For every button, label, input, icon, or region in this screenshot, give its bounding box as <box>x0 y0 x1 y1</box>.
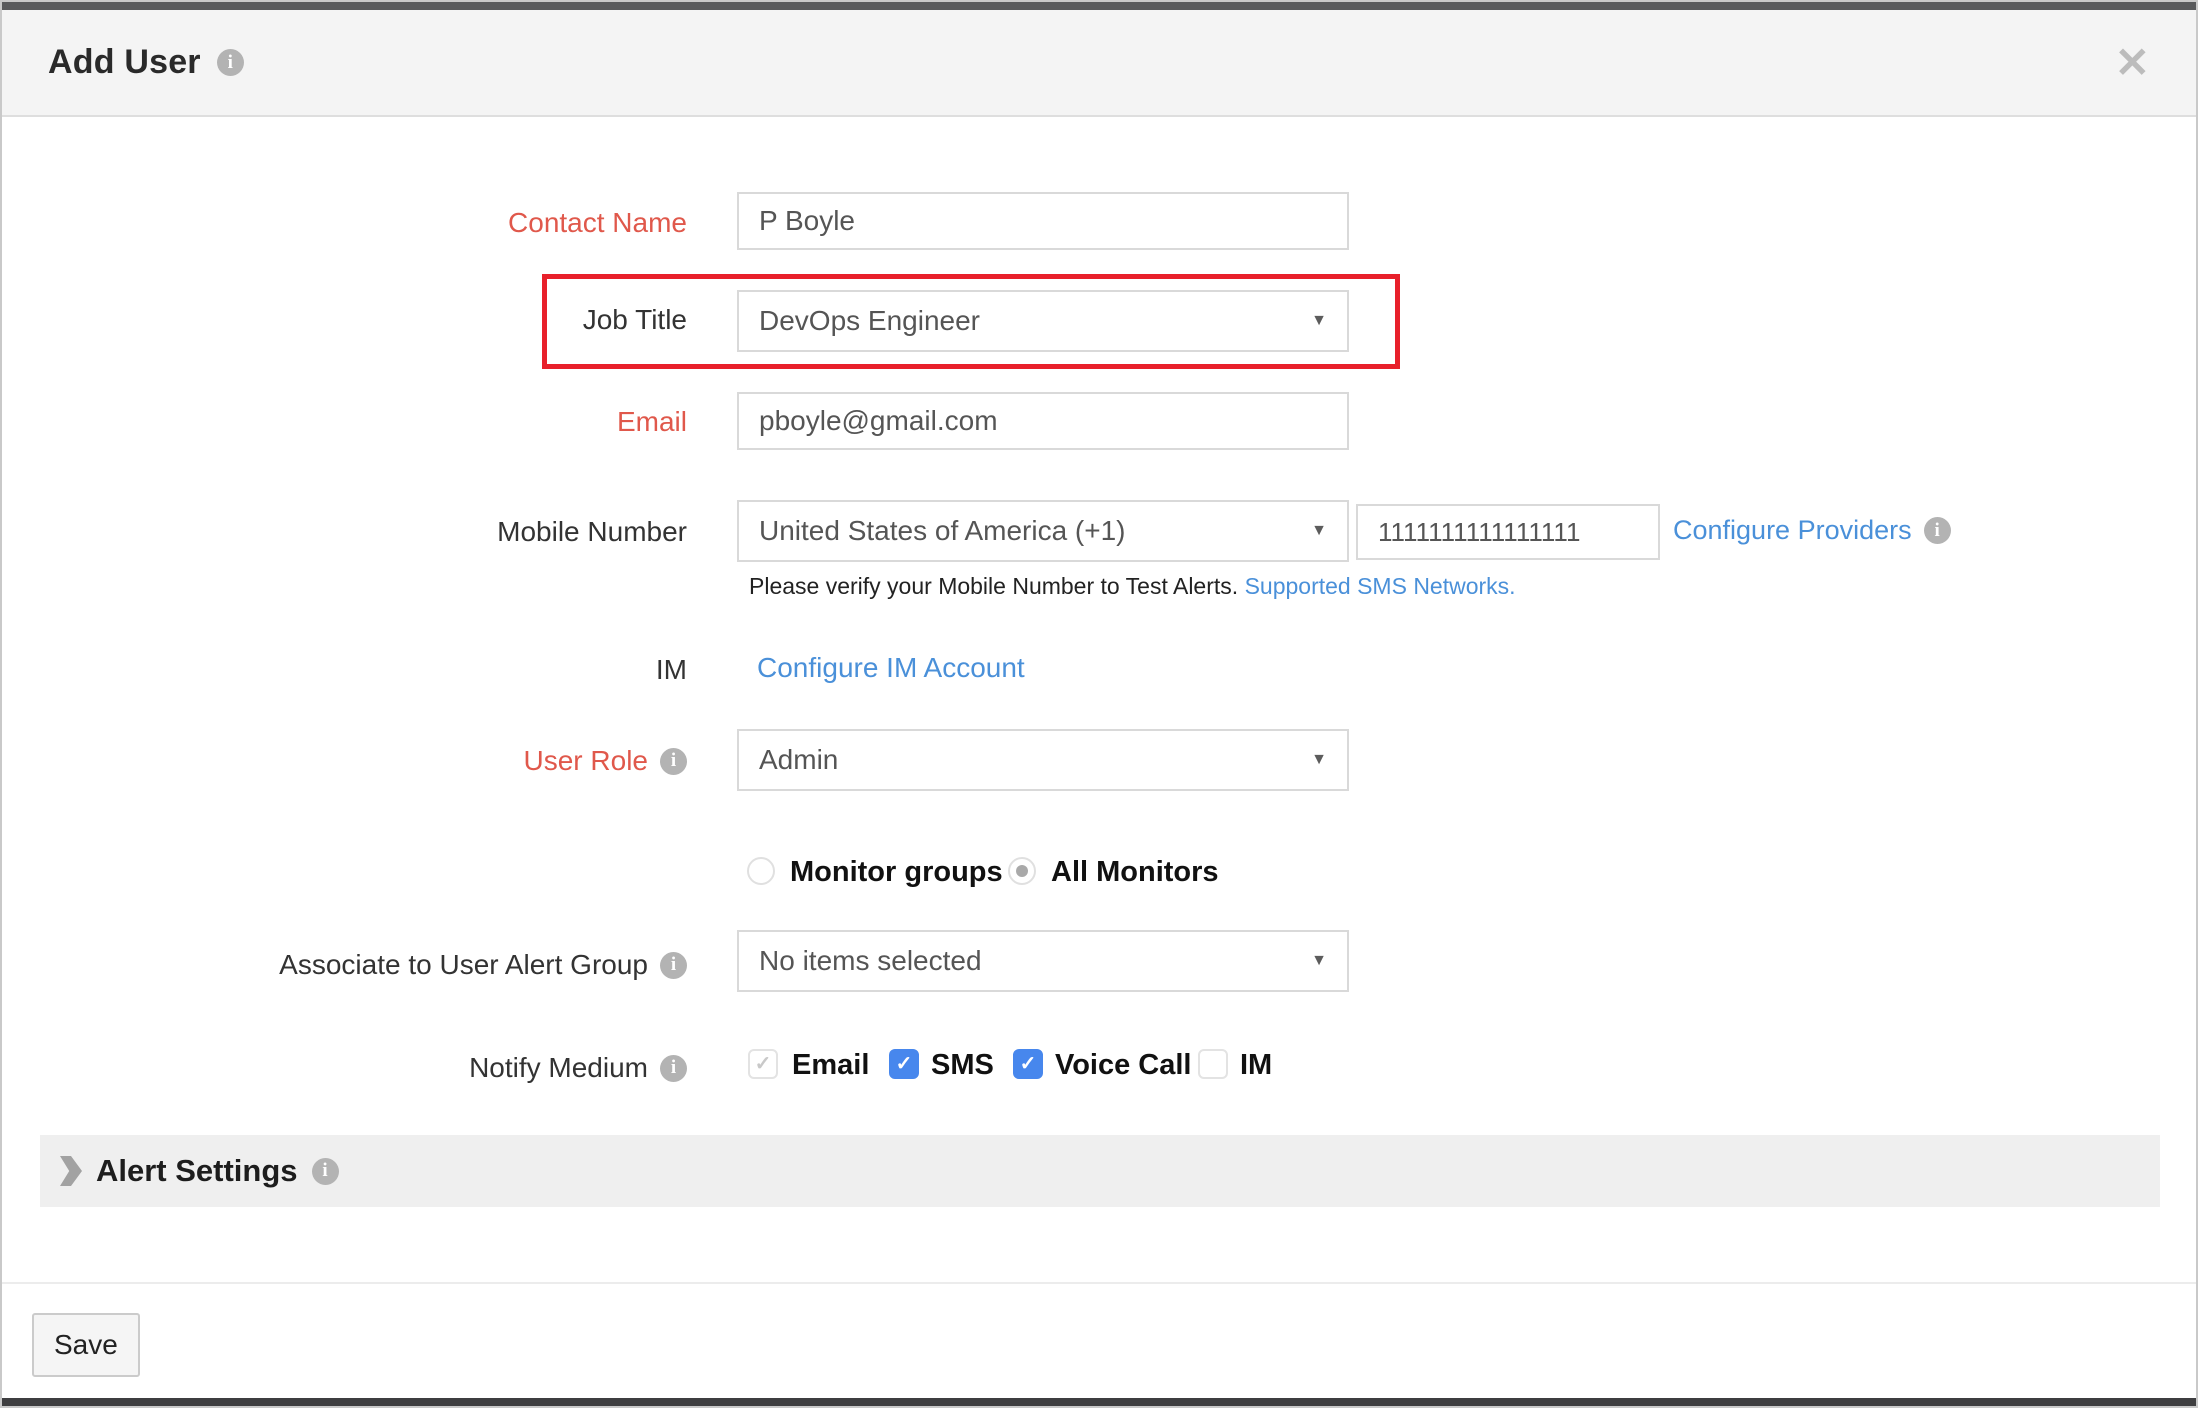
add-user-modal: Add User i ✕ Contact Name Job Title DevO… <box>0 0 2198 1408</box>
notify-sms-checkbox[interactable]: ✓ <box>889 1049 919 1079</box>
chevron-down-icon: ▼ <box>1311 953 1327 969</box>
user-role-value: Admin <box>759 744 838 775</box>
chevron-right-icon <box>60 1156 82 1186</box>
email-label: Email <box>2 406 687 438</box>
alert-settings-section[interactable]: Alert Settings i <box>40 1135 2160 1207</box>
window-top-edge <box>2 2 2196 10</box>
email-label-text: Email <box>617 406 687 438</box>
configure-providers-row: Configure Providers i <box>1673 515 1951 546</box>
country-code-value: United States of America (+1) <box>759 515 1126 546</box>
job-title-value: DevOps Engineer <box>759 305 980 336</box>
mobile-number-label: Mobile Number <box>2 516 687 548</box>
notify-voice-call-label[interactable]: Voice Call <box>1055 1049 1191 1081</box>
alert-group-label-text: Associate to User Alert Group <box>279 949 648 981</box>
all-monitors-radio-label[interactable]: All Monitors <box>1051 856 1219 888</box>
country-code-select[interactable]: United States of America (+1) ▼ <box>737 500 1349 562</box>
im-label: IM <box>2 654 687 686</box>
page-title: Add User <box>48 43 201 82</box>
window-bottom-edge <box>2 1398 2196 1406</box>
supported-sms-networks-link[interactable]: Supported SMS Networks. <box>1245 573 1516 599</box>
chevron-down-icon: ▼ <box>1311 752 1327 768</box>
modal-header: Add User i ✕ <box>2 10 2196 117</box>
chevron-down-icon: ▼ <box>1311 523 1327 539</box>
alert-group-label: Associate to User Alert Group i <box>2 949 687 981</box>
contact-name-label-text: Contact Name <box>508 207 687 239</box>
contact-name-input[interactable] <box>737 192 1349 250</box>
user-role-label: User Role i <box>2 745 687 777</box>
info-icon[interactable]: i <box>1924 517 1951 544</box>
notify-email-checkbox[interactable]: ✓ <box>748 1049 778 1079</box>
notify-email-label[interactable]: Email <box>792 1049 869 1081</box>
notify-im-checkbox[interactable] <box>1198 1049 1228 1079</box>
chevron-down-icon: ▼ <box>1311 313 1327 329</box>
info-icon[interactable]: i <box>660 1055 687 1082</box>
mobile-number-label-text: Mobile Number <box>497 516 687 548</box>
user-role-label-text: User Role <box>524 745 648 777</box>
notify-medium-label: Notify Medium i <box>2 1052 687 1084</box>
save-button[interactable]: Save <box>32 1313 140 1377</box>
close-icon[interactable]: ✕ <box>2115 42 2150 84</box>
job-title-select[interactable]: DevOps Engineer ▼ <box>737 290 1349 352</box>
notify-voice-call-checkbox[interactable]: ✓ <box>1013 1049 1043 1079</box>
notify-im-label[interactable]: IM <box>1240 1049 1272 1081</box>
notify-sms-label[interactable]: SMS <box>931 1049 994 1081</box>
im-label-text: IM <box>656 654 687 686</box>
mobile-number-input[interactable] <box>1356 504 1660 560</box>
monitor-groups-radio[interactable] <box>747 857 775 885</box>
info-icon[interactable]: i <box>312 1158 339 1185</box>
info-icon[interactable]: i <box>217 49 244 76</box>
alert-group-select[interactable]: No items selected ▼ <box>737 930 1349 992</box>
user-role-select[interactable]: Admin ▼ <box>737 729 1349 791</box>
footer-divider <box>2 1282 2196 1284</box>
email-field[interactable] <box>737 392 1349 450</box>
all-monitors-radio[interactable] <box>1008 857 1036 885</box>
monitor-groups-radio-label[interactable]: Monitor groups <box>790 856 1003 888</box>
job-title-label-text: Job Title <box>583 304 687 336</box>
mobile-helper-text: Please verify your Mobile Number to Test… <box>749 573 1516 600</box>
mobile-helper-static: Please verify your Mobile Number to Test… <box>749 573 1238 599</box>
info-icon[interactable]: i <box>660 748 687 775</box>
info-icon[interactable]: i <box>660 952 687 979</box>
configure-im-account-link[interactable]: Configure IM Account <box>757 652 1025 684</box>
notify-medium-label-text: Notify Medium <box>469 1052 648 1084</box>
job-title-label: Job Title <box>2 304 687 336</box>
contact-name-label: Contact Name <box>2 207 687 239</box>
configure-providers-link[interactable]: Configure Providers <box>1673 515 1912 546</box>
alert-settings-title: Alert Settings <box>96 1153 298 1189</box>
alert-group-value: No items selected <box>759 945 982 976</box>
